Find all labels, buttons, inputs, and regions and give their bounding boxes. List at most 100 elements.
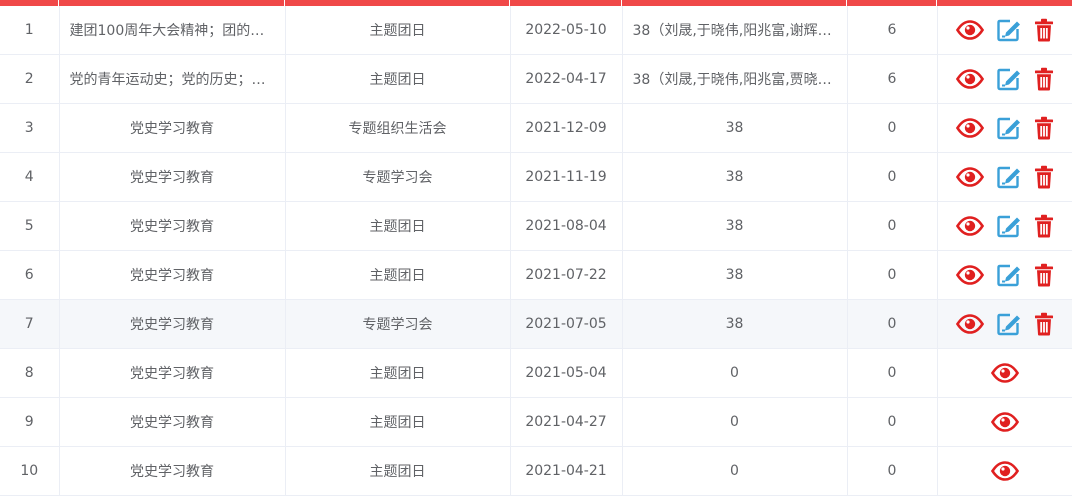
cell-type: 主题团日 <box>285 6 511 55</box>
cell-topic: 党史学习教育 <box>59 397 286 447</box>
edit-icon[interactable] <box>996 214 1022 238</box>
cell-date: 2021-04-21 <box>510 446 623 496</box>
cell-actions <box>937 348 1072 398</box>
cell-absent: 0 <box>847 397 938 447</box>
cell-actions <box>937 54 1072 104</box>
cell-index: 3 <box>0 103 60 153</box>
table-row: 2 党的青年运动史；党的历史；… 主题团日 2022-04-17 38（刘晟,于晓伟,阳… <box>0 54 1072 104</box>
edit-icon[interactable] <box>996 263 1022 287</box>
cell-index: 7 <box>0 299 60 349</box>
cell-date: 2022-05-10 <box>510 6 623 55</box>
cell-participants: 38（刘晟,于晓伟,阳兆富,谢辉… <box>622 6 848 55</box>
cell-participants: 38 <box>622 299 848 349</box>
edit-icon[interactable] <box>996 312 1022 336</box>
eye-icon[interactable] <box>990 363 1019 383</box>
cell-type: 主题团日 <box>285 397 511 447</box>
cell-type: 主题团日 <box>285 250 511 300</box>
row-actions <box>938 104 1072 152</box>
activity-table: 1 建团100周年大会精神；团的历史 主题团日 2022-05-10 38（刘晟,于晓伟… <box>0 0 1072 500</box>
table-row: 7 党史学习教育 专题学习会 2021-07-05 38 0 <box>0 299 1072 349</box>
row-actions <box>938 6 1072 54</box>
edit-icon[interactable] <box>996 67 1022 91</box>
cell-absent: 0 <box>847 446 938 496</box>
cell-topic: 建团100周年大会精神；团的历史 <box>59 6 286 55</box>
eye-icon[interactable] <box>990 461 1019 481</box>
cell-actions <box>937 103 1072 153</box>
cell-index: 6 <box>0 250 60 300</box>
cell-absent: 6 <box>847 54 938 104</box>
cell-topic: 党史学习教育 <box>59 446 286 496</box>
cell-type: 专题组织生活会 <box>285 103 511 153</box>
cell-date: 2021-12-09 <box>510 103 623 153</box>
trash-icon[interactable] <box>1034 312 1054 336</box>
cell-absent: 0 <box>847 299 938 349</box>
eye-icon[interactable] <box>955 20 984 40</box>
row-actions <box>938 300 1072 348</box>
table-row: 4 党史学习教育 专题学习会 2021-11-19 38 0 <box>0 152 1072 202</box>
cell-actions <box>937 446 1072 496</box>
table-row: 10 党史学习教育 主题团日 2021-04-21 0 0 <box>0 446 1072 496</box>
row-actions <box>938 55 1072 103</box>
trash-icon[interactable] <box>1034 263 1054 287</box>
cell-topic: 党史学习教育 <box>59 299 286 349</box>
cell-participants: 38（刘晟,于晓伟,阳兆富,贾晓… <box>622 54 848 104</box>
cell-type: 主题团日 <box>285 54 511 104</box>
eye-icon[interactable] <box>955 265 984 285</box>
cell-actions <box>937 6 1072 55</box>
cell-date: 2021-11-19 <box>510 152 623 202</box>
trash-icon[interactable] <box>1034 116 1054 140</box>
cell-date: 2021-07-05 <box>510 299 623 349</box>
cell-topic: 党史学习教育 <box>59 201 286 251</box>
eye-icon[interactable] <box>955 167 984 187</box>
cell-topic: 党的青年运动史；党的历史；… <box>59 54 286 104</box>
cell-date: 2021-05-04 <box>510 348 623 398</box>
table-body: 1 建团100周年大会精神；团的历史 主题团日 2022-05-10 38（刘晟,于晓伟… <box>0 6 1072 496</box>
cell-type: 专题学习会 <box>285 152 511 202</box>
edit-icon[interactable] <box>996 18 1022 42</box>
cell-actions <box>937 299 1072 349</box>
table-row: 8 党史学习教育 主题团日 2021-05-04 0 0 <box>0 348 1072 398</box>
cell-actions <box>937 201 1072 251</box>
cell-type: 主题团日 <box>285 446 511 496</box>
cell-topic: 党史学习教育 <box>59 250 286 300</box>
edit-icon[interactable] <box>996 116 1022 140</box>
cell-participants: 0 <box>622 397 848 447</box>
cell-absent: 0 <box>847 348 938 398</box>
cell-absent: 0 <box>847 201 938 251</box>
row-actions <box>938 349 1072 397</box>
cell-date: 2021-04-27 <box>510 397 623 447</box>
cell-index: 10 <box>0 446 60 496</box>
cell-index: 4 <box>0 152 60 202</box>
row-actions <box>938 153 1072 201</box>
cell-participants: 0 <box>622 446 848 496</box>
cell-participants: 38 <box>622 250 848 300</box>
cell-absent: 0 <box>847 250 938 300</box>
cell-date: 2022-04-17 <box>510 54 623 104</box>
cell-participants: 0 <box>622 348 848 398</box>
cell-date: 2021-08-04 <box>510 201 623 251</box>
eye-icon[interactable] <box>955 118 984 138</box>
eye-icon[interactable] <box>990 412 1019 432</box>
eye-icon[interactable] <box>955 69 984 89</box>
cell-participants: 38 <box>622 152 848 202</box>
cell-date: 2021-07-22 <box>510 250 623 300</box>
cell-type: 主题团日 <box>285 201 511 251</box>
table-row: 6 党史学习教育 主题团日 2021-07-22 38 0 <box>0 250 1072 300</box>
cell-index: 8 <box>0 348 60 398</box>
cell-type: 专题学习会 <box>285 299 511 349</box>
table-row: 9 党史学习教育 主题团日 2021-04-27 0 0 <box>0 397 1072 447</box>
trash-icon[interactable] <box>1034 18 1054 42</box>
cell-absent: 6 <box>847 6 938 55</box>
cell-topic: 党史学习教育 <box>59 152 286 202</box>
cell-participants: 38 <box>622 103 848 153</box>
trash-icon[interactable] <box>1034 214 1054 238</box>
eye-icon[interactable] <box>955 314 984 334</box>
cell-actions <box>937 152 1072 202</box>
table-row: 3 党史学习教育 专题组织生活会 2021-12-09 38 0 <box>0 103 1072 153</box>
cell-actions <box>937 397 1072 447</box>
row-actions <box>938 447 1072 495</box>
trash-icon[interactable] <box>1034 165 1054 189</box>
eye-icon[interactable] <box>955 216 984 236</box>
edit-icon[interactable] <box>996 165 1022 189</box>
trash-icon[interactable] <box>1034 67 1054 91</box>
